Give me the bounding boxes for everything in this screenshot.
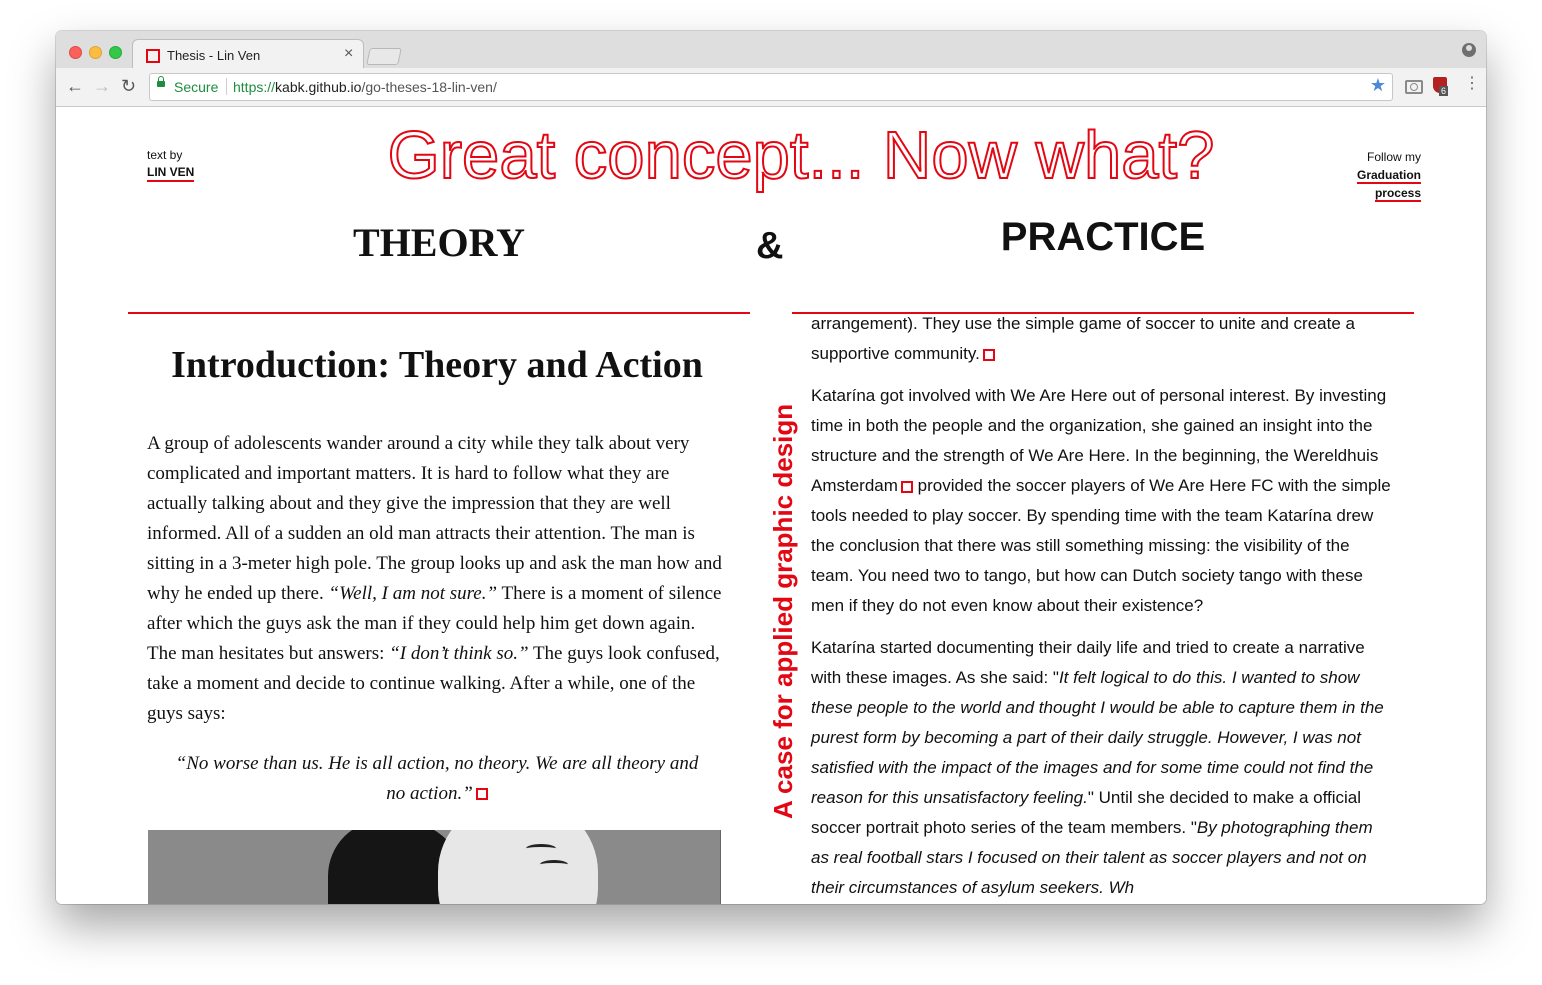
url-scheme: https:// xyxy=(233,79,276,95)
forward-icon[interactable]: → xyxy=(93,76,111,97)
close-window-button[interactable] xyxy=(69,46,82,59)
author-link[interactable]: LIN VEN xyxy=(147,165,195,182)
url-host: kabk.github.io xyxy=(275,79,362,95)
camera-icon[interactable] xyxy=(1405,80,1423,94)
favicon-icon xyxy=(146,49,160,63)
follow-block: Follow my Graduation process xyxy=(1356,148,1421,202)
browser-window: Thesis - Lin Ven × ← → ↻ Secure https://… xyxy=(56,31,1486,904)
page-headline: Great concept... Now what? xyxy=(387,118,1216,193)
practice-column: only a night shelter (commonly referred … xyxy=(811,279,1391,904)
practice-paragraph: Katarína started documenting their daily… xyxy=(811,633,1391,903)
author-label: text by xyxy=(147,148,183,162)
graduation-process-link-2[interactable]: process xyxy=(1374,186,1421,202)
lock-icon xyxy=(157,76,165,87)
portrait-image xyxy=(148,830,721,904)
theory-heading: THEORY xyxy=(353,220,525,265)
browser-toolbar: ← → ↻ Secure https://kabk.github.io/go-t… xyxy=(56,68,1486,107)
title-bar: Thesis - Lin Ven × xyxy=(56,31,1486,70)
reload-icon[interactable]: ↻ xyxy=(121,76,136,97)
portrait-brow xyxy=(540,860,568,869)
practice-heading: PRACTICE xyxy=(1000,215,1206,259)
new-tab-button[interactable] xyxy=(366,48,402,65)
theory-divider xyxy=(128,312,750,314)
footnote-icon[interactable] xyxy=(900,480,913,493)
url-text[interactable]: https://kabk.github.io/go-theses-18-lin-… xyxy=(233,79,497,95)
block-quote-text: “No worse than us. He is all action, no … xyxy=(175,752,699,804)
theory-quote: “Well, I am not sure.” xyxy=(328,582,498,604)
extension-badge: 6 xyxy=(1439,86,1449,96)
secure-label: Secure xyxy=(174,79,219,95)
portrait-brow xyxy=(526,844,556,853)
theory-paragraph: A group of adolescents wander around a c… xyxy=(147,429,727,729)
footnote-icon[interactable] xyxy=(982,348,995,361)
portrait-face xyxy=(438,830,598,904)
practice-quote: It felt logical to do this. I wanted to … xyxy=(811,668,1384,807)
browser-tab[interactable]: Thesis - Lin Ven × xyxy=(132,39,364,70)
url-path: /go-theses-18-lin-ven/ xyxy=(361,79,497,95)
ampersand: & xyxy=(756,225,784,267)
practice-header-background xyxy=(792,257,1432,313)
bookmark-star-icon[interactable]: ★ xyxy=(1370,75,1386,96)
tab-close-icon[interactable]: × xyxy=(344,45,353,63)
theory-column: Introduction: Theory and Action A group … xyxy=(147,344,727,809)
graduation-process-link-1[interactable]: Graduation xyxy=(1356,168,1421,184)
theory-text: A group of adolescents wander around a c… xyxy=(147,432,722,604)
address-separator xyxy=(226,78,227,95)
follow-label: Follow my xyxy=(1366,150,1421,164)
chapter-title: Introduction: Theory and Action xyxy=(171,344,703,386)
maximize-window-button[interactable] xyxy=(109,46,122,59)
vertical-tagline: A case for applied graphic design xyxy=(768,403,798,819)
tab-title: Thesis - Lin Ven xyxy=(167,48,261,63)
address-bar[interactable]: Secure https://kabk.github.io/go-theses-… xyxy=(149,73,1393,101)
minimize-window-button[interactable] xyxy=(89,46,102,59)
practice-divider xyxy=(792,312,1414,314)
block-quote: “No worse than us. He is all action, no … xyxy=(167,749,707,809)
back-icon[interactable]: ← xyxy=(66,76,84,97)
web-page: text by LIN VEN Great concept... Now wha… xyxy=(56,107,1486,904)
theory-quote: “I don’t think so.” xyxy=(389,642,529,664)
practice-text: provided the soccer players of We Are He… xyxy=(811,476,1391,615)
profile-icon[interactable] xyxy=(1462,43,1476,57)
menu-icon[interactable]: ⋮ xyxy=(1464,76,1480,92)
practice-paragraph: Katarína got involved with We Are Here o… xyxy=(811,381,1391,621)
footnote-icon[interactable] xyxy=(475,788,488,801)
